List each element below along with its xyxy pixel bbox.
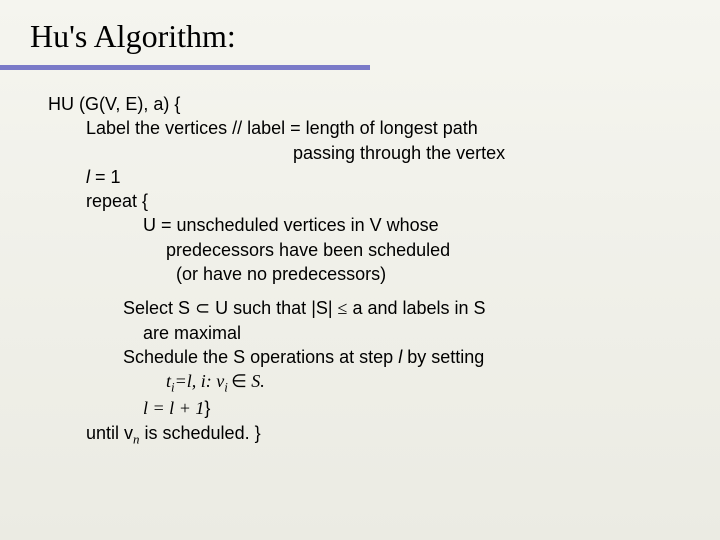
increment-line: l = l + 1} xyxy=(48,396,672,420)
assign-line: ti=l, i: vi ∈ S. xyxy=(48,369,672,396)
until-line: until vn is scheduled. } xyxy=(48,421,672,448)
select-line-2: are maximal xyxy=(48,321,672,345)
u-line-2: predecessors have been scheduled xyxy=(48,238,672,262)
title-rule xyxy=(0,65,370,70)
repeat-line: repeat { xyxy=(48,189,672,213)
algorithm-body: HU (G(V, E), a) { Label the vertices // … xyxy=(0,92,720,448)
label-line-2: passing through the vertex xyxy=(48,141,672,165)
label-line-1: Label the vertices // label = length of … xyxy=(48,116,672,140)
slide-title: Hu's Algorithm: xyxy=(0,0,720,61)
select-line-1: Select S ⊂ U such that |S| ≤ a and label… xyxy=(48,296,672,320)
func-signature: HU (G(V, E), a) { xyxy=(48,92,672,116)
u-line-1: U = unscheduled vertices in V whose xyxy=(48,213,672,237)
u-line-3: (or have no predecessors) xyxy=(48,262,672,286)
schedule-line: Schedule the S operations at step l by s… xyxy=(48,345,672,369)
init-line: l = 1 xyxy=(48,165,672,189)
